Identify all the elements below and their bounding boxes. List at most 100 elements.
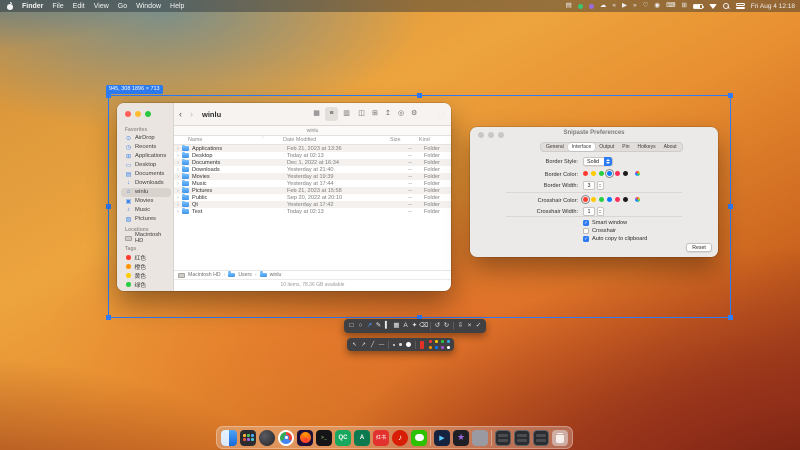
minimize-button[interactable]	[135, 111, 141, 117]
dock-item-firefox[interactable]	[297, 430, 313, 446]
sidebar-item-desktop[interactable]: ▭Desktop	[121, 161, 171, 170]
menu-bar-clock[interactable]: Fri Aug 4 12:18	[751, 3, 795, 10]
dock-trash[interactable]	[552, 430, 568, 446]
column-name[interactable]: Name	[188, 136, 202, 145]
control-center-icon[interactable]	[736, 3, 745, 10]
disclosure-icon[interactable]: ›	[174, 195, 182, 201]
finder-window[interactable]: Favorites ⊙AirDrop ◷Recents ⊞Application…	[117, 103, 451, 291]
border-color-pink[interactable]	[615, 171, 620, 176]
menu-window[interactable]: Window	[136, 3, 161, 10]
sidebar-item-movies[interactable]: ▣Movies	[121, 197, 171, 206]
dock-item-netease-music[interactable]: ♪	[392, 430, 408, 446]
sidebar-tag-yellow[interactable]: 黄色	[121, 271, 171, 280]
spotlight-search-icon[interactable]	[723, 3, 730, 10]
border-color-custom[interactable]	[635, 171, 640, 176]
dock-item-finder[interactable]	[221, 430, 237, 446]
palette-color[interactable]	[429, 340, 433, 344]
border-width-value[interactable]: 3	[583, 181, 595, 190]
stack-status-icon[interactable]: ▤	[566, 0, 572, 12]
crosshair-width-value[interactable]: 1	[583, 207, 595, 216]
stroke-style-4-icon[interactable]: —	[377, 338, 386, 352]
file-row-public[interactable]: ›PublicSep 20, 2022 at 20:10--Folder	[174, 194, 451, 201]
border-color-blue-selected[interactable]	[607, 171, 612, 176]
preferences-window[interactable]: Snipaste Preferences General Interface O…	[470, 127, 718, 257]
eraser-tool-icon[interactable]: ⌫	[419, 319, 428, 333]
selection-handle-se[interactable]	[728, 315, 733, 320]
apple-menu-icon[interactable]	[7, 3, 13, 10]
selection-handle-w[interactable]	[106, 204, 111, 209]
menu-finder[interactable]: Finder	[22, 3, 43, 10]
forward-button[interactable]: ›	[190, 110, 193, 119]
palette-color[interactable]	[441, 340, 445, 344]
path-bar[interactable]: Macintosh HD › Users › winlu	[174, 270, 451, 279]
palette-color[interactable]	[447, 340, 451, 344]
dock-item-launchpad[interactable]	[240, 430, 256, 446]
tab-interface[interactable]: Interface	[568, 143, 595, 151]
stepper-icon[interactable]	[597, 207, 604, 216]
tab-general[interactable]: General	[542, 143, 568, 151]
finder-toolbar[interactable]: ‹ › winlu ▦ ≡ ▥ ◫ ⊞ ↥ ◎ ⚙	[174, 103, 451, 126]
sidebar-item-downloads[interactable]: ↓Downloads	[121, 179, 171, 188]
dock-item-chrome[interactable]	[278, 430, 294, 446]
selection-handle-n[interactable]	[417, 93, 422, 98]
menu-edit[interactable]: Edit	[73, 3, 85, 10]
disclosure-icon[interactable]: ›	[174, 146, 182, 152]
marker-tool-icon[interactable]: ▍	[383, 319, 392, 333]
selection-handle-e[interactable]	[728, 204, 733, 209]
selection-handle-ne[interactable]	[728, 93, 733, 98]
file-row-test[interactable]: ›TestToday at 02:13--Folder	[174, 208, 451, 215]
menu-view[interactable]: View	[94, 3, 109, 10]
file-row-pictures[interactable]: ›PicturesFeb 21, 2023 at 15:58--Folder	[174, 187, 451, 194]
border-color-black[interactable]	[623, 171, 628, 176]
media-previous-icon[interactable]: «	[612, 0, 616, 12]
record-status-icon[interactable]: ◉	[654, 0, 660, 12]
disclosure-icon[interactable]: ›	[174, 153, 182, 159]
dock-minimized-window-2[interactable]	[514, 430, 530, 446]
list-view-button[interactable]: ≡	[325, 107, 338, 121]
list-column-headers[interactable]: Name ˆ Date Modified Size Kind	[174, 136, 451, 145]
menu-help[interactable]: Help	[170, 3, 184, 10]
keyboard-status-icon[interactable]: ⌨	[666, 0, 675, 12]
stroke-style-1-icon[interactable]: ↖	[350, 338, 359, 352]
crosshair-color-yellow[interactable]	[591, 197, 596, 202]
checkbox-checked-icon[interactable]: ✓	[583, 220, 589, 226]
menu-go[interactable]: Go	[118, 3, 127, 10]
dock-item-globe-app[interactable]	[259, 430, 275, 446]
tab-hotkeys[interactable]: Hotkeys	[634, 143, 660, 151]
file-row-applications[interactable]: ›ApplicationsFeb 21, 2023 at 13:36--Fold…	[174, 145, 451, 152]
heart-status-icon[interactable]: ♡	[643, 0, 649, 12]
crosshair-width-field[interactable]: 1	[583, 207, 604, 216]
reset-button[interactable]: Reset	[686, 243, 712, 252]
rectangle-tool-icon[interactable]: □	[347, 319, 356, 333]
dock-item-star-app[interactable]: ★	[453, 430, 469, 446]
selection-handle-sw[interactable]	[106, 315, 111, 320]
column-view-button[interactable]: ▥	[340, 107, 353, 121]
sidebar-tag-green[interactable]: 绿色	[121, 280, 171, 289]
disclosure-icon[interactable]: ›	[174, 202, 182, 208]
cloud-status-icon[interactable]: ☁	[600, 0, 607, 12]
menu-file[interactable]: File	[52, 3, 63, 10]
smart-window-checkbox[interactable]: ✓ Smart window	[583, 220, 627, 226]
disclosure-icon[interactable]: ›	[174, 188, 182, 194]
pencil-tool-icon[interactable]: ✎	[374, 319, 383, 333]
purple-status-icon[interactable]	[589, 4, 594, 9]
path-segment-disk[interactable]: Macintosh HD	[188, 272, 221, 278]
group-by-button[interactable]: ⊞	[372, 109, 378, 119]
sidebar-item-documents[interactable]: ▤Documents	[121, 170, 171, 179]
current-color-swatch[interactable]	[420, 341, 424, 349]
save-icon[interactable]: ⇩	[456, 319, 465, 333]
media-play-icon[interactable]: ▶	[622, 0, 627, 12]
file-row-music[interactable]: ›MusicYesterday at 17:44--Folder	[174, 180, 451, 187]
disclosure-icon[interactable]: ›	[174, 160, 182, 166]
sticker-tool-icon[interactable]: ✦	[410, 319, 419, 333]
arrow-tool-icon[interactable]: ↗	[365, 319, 374, 333]
grid-status-icon[interactable]: ⊞	[681, 0, 686, 12]
search-icon[interactable]	[438, 111, 445, 118]
path-segment-home[interactable]: winlu	[270, 272, 282, 278]
border-style-select[interactable]: Solid	[583, 157, 613, 166]
column-kind[interactable]: Kind	[419, 136, 430, 145]
crosshair-color-black[interactable]	[623, 197, 628, 202]
path-segment-users[interactable]: Users	[238, 272, 252, 278]
disclosure-icon[interactable]: ›	[174, 174, 182, 180]
palette-color[interactable]	[447, 346, 451, 350]
